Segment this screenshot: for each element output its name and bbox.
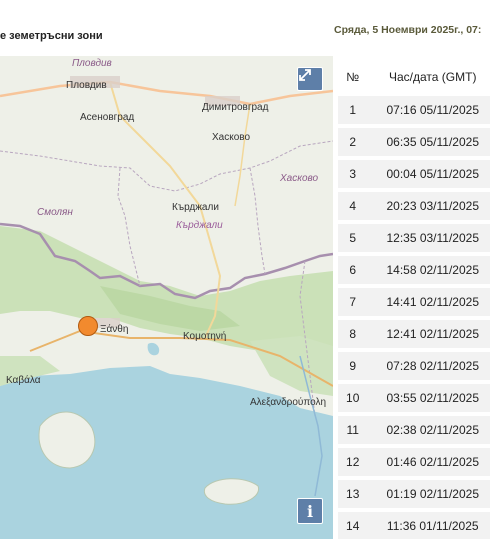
row-number: 12 [338, 448, 368, 476]
table-row[interactable]: 8 12:41 02/11/2025 [338, 320, 490, 348]
info-button[interactable]: i [297, 498, 323, 524]
table-row[interactable]: 7 14:41 02/11/2025 [338, 288, 490, 316]
row-number: 10 [338, 384, 368, 412]
row-datetime[interactable]: 14:58 02/11/2025 [367, 256, 490, 284]
table-row[interactable]: 1 07:16 05/11/2025 [338, 96, 490, 124]
table-row[interactable]: 5 12:35 03/11/2025 [338, 224, 490, 252]
row-datetime[interactable]: 01:19 02/11/2025 [367, 480, 490, 508]
map-label-alexandroupoli: Αλεξανδρούπολη [250, 397, 327, 408]
row-datetime[interactable]: 03:55 02/11/2025 [367, 384, 490, 412]
table-row[interactable]: 13 01:19 02/11/2025 [338, 480, 490, 508]
row-datetime[interactable]: 12:41 02/11/2025 [367, 320, 490, 348]
row-number: 9 [338, 352, 368, 380]
column-header-datetime: Час/дата (GMT) [389, 70, 477, 84]
current-date: Сряда, 5 Ноември 2025г., 07: [334, 24, 482, 36]
table-row[interactable]: 12 01:46 02/11/2025 [338, 448, 490, 476]
row-number: 3 [338, 160, 368, 188]
row-datetime[interactable]: 06:35 05/11/2025 [367, 128, 490, 156]
map-label-plovdiv-region: Пловдив [72, 58, 112, 69]
earthquake-map[interactable]: Пловдив Пловдив Асеновград Димитровград … [0, 56, 333, 539]
map-label-kardzhali: Кърджали [172, 202, 219, 213]
row-number: 1 [338, 96, 368, 124]
row-datetime[interactable]: 20:23 03/11/2025 [367, 192, 490, 220]
table-row[interactable]: 9 07:28 02/11/2025 [338, 352, 490, 380]
map-label-plovdiv: Пловдив [66, 80, 107, 91]
table-row[interactable]: 4 20:23 03/11/2025 [338, 192, 490, 220]
row-datetime[interactable]: 00:04 05/11/2025 [367, 160, 490, 188]
row-datetime[interactable]: 07:28 02/11/2025 [367, 352, 490, 380]
table-header-row: № Час/дата (GMT) [338, 62, 490, 92]
row-number: 7 [338, 288, 368, 316]
row-number: 13 [338, 480, 368, 508]
map-label-haskovo: Хасково [212, 132, 251, 143]
map-label-kavala: Καβάλα [6, 375, 41, 386]
table-row[interactable]: 3 00:04 05/11/2025 [338, 160, 490, 188]
map-label-smolyan-region: Смолян [37, 207, 73, 218]
row-datetime[interactable]: 01:46 02/11/2025 [367, 448, 490, 476]
map-label-haskovo-region: Хасково [280, 173, 319, 184]
map-label-xanthi: Ξάνθη [100, 324, 129, 335]
table-row[interactable]: 6 14:58 02/11/2025 [338, 256, 490, 284]
earthquake-table: № Час/дата (GMT) 1 07:16 05/11/2025 2 06:35… [338, 58, 490, 539]
row-number: 4 [338, 192, 368, 220]
map-label-kardzhali-region: Кърджали [176, 220, 223, 231]
row-number: 6 [338, 256, 368, 284]
row-datetime[interactable]: 11:36 01/11/2025 [367, 512, 490, 539]
column-header-number: № [346, 70, 360, 84]
row-datetime[interactable]: 07:16 05/11/2025 [367, 96, 490, 124]
map-tiles [0, 76, 333, 539]
table-row[interactable]: 10 03:55 02/11/2025 [338, 384, 490, 412]
table-row[interactable]: 14 11:36 01/11/2025 [338, 512, 490, 539]
row-datetime[interactable]: 12:35 03/11/2025 [367, 224, 490, 252]
row-number: 14 [338, 512, 368, 539]
row-number: 11 [338, 416, 368, 444]
map-label-komotini: Κομοτηνή [183, 331, 227, 342]
fullscreen-button[interactable] [297, 67, 323, 91]
table-row[interactable]: 2 06:35 05/11/2025 [338, 128, 490, 156]
row-datetime[interactable]: 14:41 02/11/2025 [367, 288, 490, 316]
earthquake-marker[interactable] [78, 316, 98, 336]
row-number: 5 [338, 224, 368, 252]
fullscreen-icon [299, 69, 311, 81]
row-number: 8 [338, 320, 368, 348]
table-row[interactable]: 11 02:38 02/11/2025 [338, 416, 490, 444]
row-datetime[interactable]: 02:38 02/11/2025 [367, 416, 490, 444]
page-title: е земетръсни зони [0, 30, 103, 42]
map-label-asenovgrad: Асеновград [80, 112, 135, 123]
row-number: 2 [338, 128, 368, 156]
map-label-dimitrovgrad: Димитровград [202, 102, 269, 113]
